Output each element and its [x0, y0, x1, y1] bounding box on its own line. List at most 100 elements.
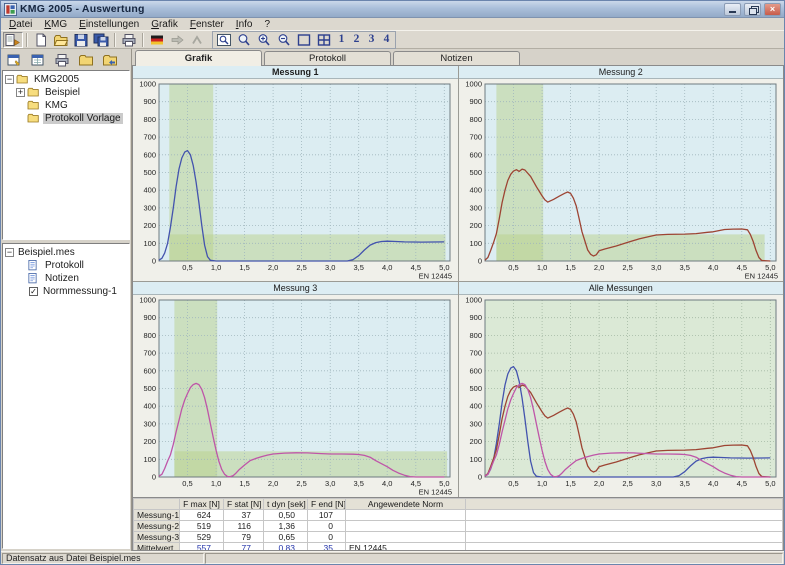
chart-plot-messung-2[interactable]: 010020030040050060070080090010000,51,01,…	[459, 79, 784, 281]
svg-text:0,5: 0,5	[508, 263, 518, 272]
tree-item-protokoll[interactable]: Protokoll	[14, 259, 129, 272]
tree-item-normmessung-1[interactable]: ✓ Normmessung-1	[14, 285, 129, 298]
view-4-button[interactable]: 4	[379, 32, 394, 48]
svg-text:1,5: 1,5	[565, 479, 575, 488]
folder-icon	[27, 113, 43, 125]
status-message: Datensatz aus Datei Beispiel.mes	[2, 553, 204, 564]
toggle-tree-button[interactable]	[3, 32, 23, 48]
tree-item-beispiel-mes[interactable]: − Beispiel.mes	[3, 246, 129, 259]
table-row[interactable]: Messung-25191161,360	[134, 521, 783, 532]
tab-content: Messung 1 010020030040050060070080090010…	[132, 65, 784, 551]
menu-fenster[interactable]: Fenster	[184, 19, 230, 30]
table-header: F max [N]F stat [N]t dyn [sek]F end [N]A…	[134, 499, 783, 510]
minimize-icon	[729, 11, 736, 13]
new-report-button[interactable]	[3, 51, 25, 69]
menu-datei[interactable]: Datei	[3, 19, 38, 30]
up-button[interactable]	[187, 32, 207, 48]
view-1-button[interactable]: 1	[334, 32, 349, 48]
svg-text:200: 200	[469, 437, 482, 446]
tree-item-notizen[interactable]: Notizen	[14, 272, 129, 285]
checkbox-checked-icon[interactable]: ✓	[29, 287, 38, 296]
print-button[interactable]	[119, 32, 139, 48]
tab-protokoll[interactable]: Protokoll	[264, 51, 391, 65]
zoom-in-button[interactable]	[254, 32, 274, 48]
table-cell	[466, 532, 783, 543]
table-row[interactable]: Messung-1624370,50107	[134, 510, 783, 521]
tree-item-kmg2005[interactable]: − KMG2005	[3, 73, 129, 86]
chart-panel-messung-2: Messung 2 010020030040050060070080090010…	[459, 66, 784, 281]
minimize-button[interactable]	[724, 3, 741, 16]
tree-item-label: Notizen	[43, 273, 81, 284]
menu-help[interactable]: ?	[258, 19, 276, 30]
chart-plot-messung-3[interactable]: 010020030040050060070080090010000,51,01,…	[133, 295, 458, 497]
save-all-button[interactable]	[91, 32, 111, 48]
menu-einstellungen[interactable]: Einstellungen	[73, 19, 145, 30]
chart-plot-messung-1[interactable]: 010020030040050060070080090010000,51,01,…	[133, 79, 458, 281]
folder-button[interactable]	[75, 51, 97, 69]
chart-plot-alle-messungen[interactable]: 010020030040050060070080090010000,51,01,…	[459, 295, 784, 497]
column-header: Angewendete Norm	[346, 499, 466, 510]
quad-view-button[interactable]	[314, 32, 334, 48]
svg-text:300: 300	[469, 419, 482, 428]
column-header: t dyn [sek]	[264, 499, 308, 510]
svg-text:3,0: 3,0	[650, 479, 660, 488]
tree-item-label: Protokoll Vorlage	[43, 113, 123, 124]
tree-item-kmg[interactable]: KMG	[14, 99, 129, 112]
sidebar-print-button[interactable]	[51, 51, 73, 69]
properties-button[interactable]	[27, 51, 49, 69]
svg-text:600: 600	[469, 366, 482, 375]
row-label: Mittelwert	[134, 543, 180, 551]
collapse-icon[interactable]: −	[5, 248, 14, 257]
close-button[interactable]: ×	[764, 3, 781, 16]
language-german-button[interactable]	[147, 32, 167, 48]
zoom-button[interactable]	[234, 32, 254, 48]
svg-text:3,0: 3,0	[325, 263, 335, 272]
menu-info[interactable]: Info	[230, 19, 259, 30]
chart-title: Alle Messungen	[459, 282, 784, 295]
open-file-button[interactable]	[51, 32, 71, 48]
svg-text:1,5: 1,5	[565, 263, 575, 272]
svg-text:900: 900	[143, 313, 156, 322]
table-row[interactable]: Mittelwert557770,8335EN 12445	[134, 543, 783, 551]
svg-text:2,0: 2,0	[268, 479, 278, 488]
menu-grafik[interactable]: Grafik	[145, 19, 184, 30]
svg-text:700: 700	[143, 133, 156, 142]
tab-grafik[interactable]: Grafik	[135, 50, 262, 66]
main-toolbar: 1 2 3 4	[1, 31, 784, 49]
view-3-button[interactable]: 3	[364, 32, 379, 48]
table-cell	[346, 510, 466, 521]
view-2-button[interactable]: 2	[349, 32, 364, 48]
column-header	[466, 499, 783, 510]
tab-notizen[interactable]: Notizen	[393, 51, 520, 65]
tree-item-beispiel[interactable]: + Beispiel	[14, 86, 129, 99]
svg-text:600: 600	[143, 150, 156, 159]
svg-text:2,5: 2,5	[622, 263, 632, 272]
restore-button[interactable]	[744, 3, 761, 16]
tree-item-protokoll-vorlage[interactable]: Protokoll Vorlage	[14, 112, 129, 125]
menu-kmg[interactable]: KMG	[38, 19, 73, 30]
single-view-button[interactable]	[294, 32, 314, 48]
chart-title: Messung 3	[133, 282, 458, 295]
zoom-out-button[interactable]	[274, 32, 294, 48]
svg-text:200: 200	[469, 221, 482, 230]
chart-panel-alle-messungen: Alle Messungen 0100200300400500600700800…	[459, 282, 784, 497]
svg-text:100: 100	[143, 455, 156, 464]
svg-text:0: 0	[477, 257, 481, 266]
save-button[interactable]	[71, 32, 91, 48]
zoom-region-button[interactable]	[214, 32, 234, 48]
collapse-icon[interactable]: −	[5, 75, 14, 84]
svg-text:800: 800	[469, 115, 482, 124]
new-file-button[interactable]	[31, 32, 51, 48]
forward-button[interactable]	[167, 32, 187, 48]
svg-text:EN 12445: EN 12445	[419, 488, 452, 497]
expand-icon[interactable]: +	[16, 88, 25, 97]
svg-text:500: 500	[469, 384, 482, 393]
svg-text:700: 700	[469, 133, 482, 142]
folder-import-button[interactable]	[99, 51, 121, 69]
table-cell: 0,83	[264, 543, 308, 551]
table-row[interactable]: Messung-3529790,650	[134, 532, 783, 543]
restore-icon	[749, 6, 757, 13]
svg-text:2,0: 2,0	[593, 479, 603, 488]
svg-text:100: 100	[143, 239, 156, 248]
svg-text:300: 300	[143, 419, 156, 428]
